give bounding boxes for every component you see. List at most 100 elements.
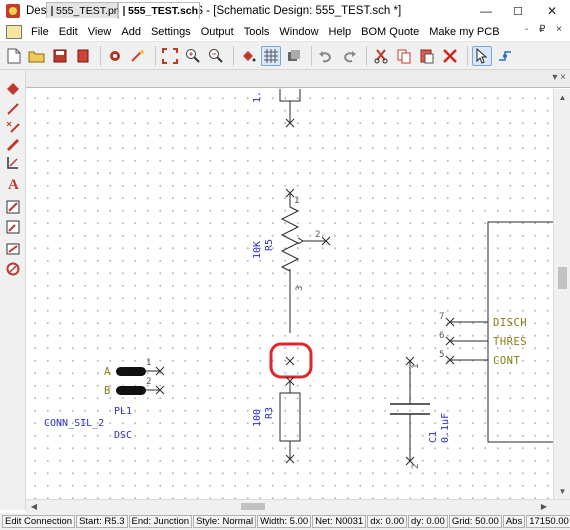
delete-icon[interactable] <box>440 46 460 66</box>
ic-pin-7[interactable] <box>445 317 488 327</box>
save-icon[interactable] <box>50 46 70 66</box>
ic-pin-5-label: CONT <box>493 355 520 367</box>
menu-tools[interactable]: Tools <box>239 26 275 38</box>
app-icon <box>6 4 20 18</box>
net-select-icon[interactable] <box>495 46 515 66</box>
status-abs: Abs <box>502 515 526 528</box>
status-mode: Edit Connection <box>2 515 76 528</box>
scroll-right-icon[interactable]: ▶ <box>536 500 552 513</box>
horizontal-scrollbar[interactable]: ◀ ▶ <box>26 499 570 513</box>
document-icon[interactable] <box>6 24 22 39</box>
new-file-icon[interactable] <box>4 46 24 66</box>
paint-bucket-icon[interactable] <box>238 46 258 66</box>
status-grid: Grid: 50.00 <box>448 515 502 528</box>
add-line-icon[interactable] <box>3 154 23 172</box>
top-resistor-label: 1. <box>252 91 263 103</box>
menu-window[interactable]: Window <box>274 26 323 38</box>
toolbar-separator <box>467 45 468 66</box>
grid-icon[interactable] <box>261 45 281 66</box>
tab-555-test-pcb[interactable]: 555_TEST.pn <box>46 2 120 18</box>
zoom-out-icon[interactable] <box>206 46 226 66</box>
zoom-in-icon[interactable] <box>183 46 203 66</box>
menu-help[interactable]: Help <box>324 26 357 38</box>
pl1-footprint: CONN_SIL_2 <box>44 418 104 429</box>
status-width: Width: 5.00 <box>257 515 312 528</box>
r5-potentiometer[interactable] <box>280 188 331 333</box>
pl1-label: DSC <box>114 430 132 441</box>
r3-name: R3 <box>264 407 275 419</box>
horizontal-scroll-thumb[interactable] <box>241 503 265 510</box>
open-folder-icon[interactable] <box>27 46 47 66</box>
r5-value: 10K <box>252 241 263 259</box>
zoom-fit-icon[interactable] <box>160 46 180 66</box>
pl1-name: PL1 <box>114 406 132 417</box>
status-style: Style: Normal <box>193 515 257 528</box>
paste-icon[interactable] <box>417 46 437 66</box>
schematic-canvas[interactable]: 1. 1 2 3 10K R5 100 R3 1 2 C1 0.1uF A B … <box>26 89 553 499</box>
ic-pin-5-number: 5 <box>439 350 444 360</box>
close-button[interactable]: ✕ <box>536 0 568 22</box>
menu-file[interactable]: File <box>26 26 54 38</box>
r5-name: R5 <box>264 239 275 251</box>
add-text-icon[interactable]: A <box>3 174 23 192</box>
r5-pin-1: 1 <box>294 196 299 206</box>
menu-bom-quote[interactable]: BOM Quote <box>356 26 424 38</box>
add-no-connect-icon[interactable] <box>3 118 23 136</box>
add-block-icon[interactable] <box>3 240 23 258</box>
top-resistor[interactable] <box>279 89 301 128</box>
menu-settings[interactable]: Settings <box>146 26 196 38</box>
menu-view[interactable]: View <box>83 26 117 38</box>
scroll-left-icon[interactable]: ◀ <box>26 500 42 513</box>
cut-icon[interactable] <box>371 46 391 66</box>
pl1-pin-number-1: 1 <box>146 358 151 368</box>
menu-bar: File Edit View Add Settings Output Tools… <box>0 22 570 42</box>
tab-label: 555_TEST.sch <box>128 5 199 17</box>
add-port-icon[interactable] <box>3 218 23 236</box>
pl1-connector[interactable] <box>116 366 165 395</box>
copy-icon[interactable] <box>394 46 414 66</box>
menu-output[interactable]: Output <box>196 26 239 38</box>
scroll-down-icon[interactable]: ▼ <box>554 483 570 499</box>
c1-pin-1: 1 <box>411 364 421 369</box>
board-wizard-icon[interactable] <box>128 46 148 66</box>
redo-icon[interactable] <box>339 46 359 66</box>
pl1-pin-number-2: 2 <box>146 377 151 387</box>
minimize-button[interactable]: — <box>470 0 502 22</box>
add-circle-icon[interactable] <box>3 260 23 278</box>
menu-add[interactable]: Add <box>116 26 146 38</box>
ic-pin-6-label: THRES <box>493 336 527 348</box>
status-dx: dx: 0.00 <box>367 515 408 528</box>
schematic-document-icon <box>123 6 125 16</box>
r3-resistor[interactable] <box>279 376 301 464</box>
library-icon[interactable] <box>73 46 93 66</box>
toolbar-separator <box>311 45 312 66</box>
tab-555-test-sch[interactable]: 555_TEST.sch <box>118 2 200 19</box>
add-bus-icon[interactable] <box>3 136 23 154</box>
maximize-button[interactable]: ☐ <box>502 0 534 22</box>
add-component-icon[interactable] <box>3 80 23 98</box>
add-shape-icon[interactable] <box>3 198 23 216</box>
add-wire-icon[interactable] <box>3 100 23 118</box>
pl1-pin-label-a: A <box>104 366 111 378</box>
junction-marker[interactable] <box>285 356 295 366</box>
menu-edit[interactable]: Edit <box>54 26 83 38</box>
scroll-up-icon[interactable]: ▲ <box>554 89 570 105</box>
menu-make-my-pcb[interactable]: Make my PCB <box>424 26 504 38</box>
ic-pin-5[interactable] <box>445 355 488 365</box>
undo-icon[interactable] <box>316 46 336 66</box>
panel-controls[interactable]: ▾ × <box>552 72 566 83</box>
ic-pin-6[interactable] <box>445 336 488 346</box>
vertical-scroll-thumb[interactable] <box>558 267 567 289</box>
pcb-document-icon <box>51 5 53 16</box>
c1-capacitor[interactable] <box>390 356 430 466</box>
gear-icon[interactable] <box>105 46 125 66</box>
ic-pin-7-label: DISCH <box>493 317 527 329</box>
layers-icon[interactable] <box>284 46 304 66</box>
vertical-scrollbar[interactable]: ▲ ▼ <box>553 89 570 499</box>
ic-555-body[interactable] <box>487 221 553 443</box>
status-start: Start: R5.3 <box>76 515 128 528</box>
toolbar-separator <box>100 45 101 66</box>
mdi-controls[interactable]: - ₽ × <box>525 24 566 35</box>
select-pointer-icon[interactable] <box>472 45 492 66</box>
status-end: End: Junction <box>128 515 193 528</box>
